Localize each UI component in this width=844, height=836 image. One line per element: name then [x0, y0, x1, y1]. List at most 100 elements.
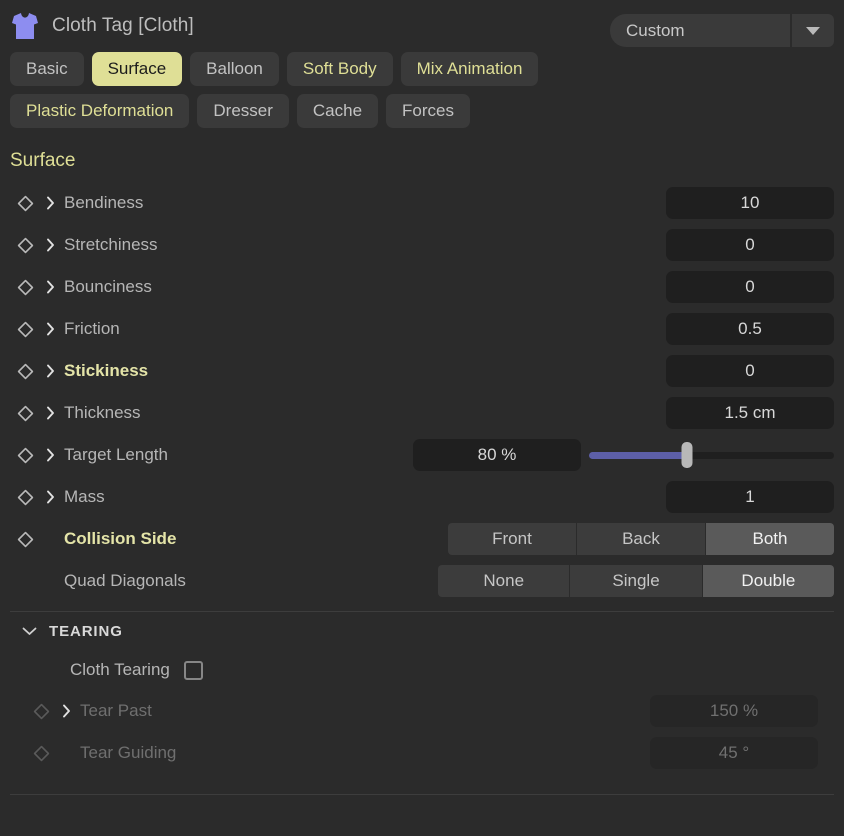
- tab-plastic-deformation[interactable]: Plastic Deformation: [10, 94, 190, 128]
- tab-cache[interactable]: Cache: [296, 94, 379, 128]
- tab-mix-animation[interactable]: Mix Animation: [400, 52, 539, 86]
- keyframe-icon[interactable]: [10, 489, 40, 506]
- preset-value[interactable]: Custom: [610, 14, 790, 47]
- bottom-divider: [10, 794, 834, 795]
- chevron-down-icon: [806, 26, 820, 35]
- keyframe-icon[interactable]: [10, 321, 40, 338]
- keyframe-icon[interactable]: [10, 279, 40, 296]
- expand-chevron-icon[interactable]: [40, 322, 60, 336]
- keyframe-icon[interactable]: [10, 363, 40, 380]
- tab-label: Soft Body: [302, 59, 377, 78]
- page-title: Cloth Tag [Cloth]: [52, 15, 194, 36]
- value-field-bendiness[interactable]: 10: [666, 187, 834, 219]
- value-field-bounciness[interactable]: 0: [666, 271, 834, 303]
- tab-label: Surface: [107, 59, 167, 78]
- property-row-quad-diagonals: Quad Diagonals None Single Double: [10, 560, 835, 602]
- keyframe-icon[interactable]: [10, 447, 40, 464]
- tshirt-icon: [12, 13, 38, 39]
- keyframe-icon[interactable]: [26, 703, 56, 720]
- keyframe-icon[interactable]: [10, 405, 40, 422]
- tearing-group-title: TEARING: [49, 622, 123, 640]
- titlebar: Cloth Tag [Cloth] Custom: [0, 0, 844, 52]
- slider-target-length[interactable]: [588, 439, 834, 471]
- property-label: Bounciness: [64, 277, 152, 296]
- expand-chevron-icon[interactable]: [40, 238, 60, 252]
- section-title-surface: Surface: [10, 150, 76, 171]
- tab-label: Cache: [312, 101, 363, 120]
- segmented-control-quad-diagonals: None Single Double: [438, 565, 835, 597]
- expand-chevron-icon[interactable]: [56, 704, 76, 718]
- keyframe-icon[interactable]: [10, 195, 40, 212]
- expand-chevron-icon[interactable]: [40, 490, 60, 504]
- tab-basic[interactable]: Basic: [10, 52, 84, 86]
- expand-chevron-icon[interactable]: [40, 448, 60, 462]
- preset-dropdown[interactable]: Custom: [610, 14, 834, 47]
- tab-label: Dresser: [213, 101, 273, 120]
- property-label: Stickiness: [64, 361, 149, 380]
- keyframe-icon[interactable]: [26, 745, 56, 762]
- expand-chevron-icon[interactable]: [40, 280, 60, 294]
- property-label: Stretchiness: [64, 235, 158, 254]
- property-label: Bendiness: [64, 193, 144, 212]
- tab-label: Forces: [402, 101, 455, 120]
- cloth-tearing-label: Cloth Tearing: [70, 660, 170, 679]
- expand-chevron-icon[interactable]: [40, 364, 60, 378]
- property-label: Quad Diagonals: [64, 571, 186, 590]
- expand-chevron-icon[interactable]: [40, 406, 60, 420]
- value-field-stretchiness[interactable]: 0: [666, 229, 834, 261]
- segment-option-front[interactable]: Front: [447, 523, 576, 555]
- segment-option-back[interactable]: Back: [576, 523, 705, 555]
- property-row-target-length: Target Length 80 %: [10, 434, 834, 476]
- tab-label: Mix Animation: [416, 59, 523, 78]
- tab-row-primary: Basic Surface Balloon Soft Body Mix Animatio…: [0, 52, 844, 86]
- property-label: Mass: [64, 487, 105, 506]
- segment-option-double[interactable]: Double: [702, 565, 835, 597]
- value-field-stickiness[interactable]: 0: [666, 355, 834, 387]
- property-row-stickiness: Stickiness 0: [10, 350, 834, 392]
- tab-label: Balloon: [206, 59, 263, 78]
- tab-soft-body[interactable]: Soft Body: [286, 52, 393, 86]
- property-row-friction: Friction 0.5: [10, 308, 834, 350]
- keyframe-icon[interactable]: [10, 531, 40, 548]
- expand-chevron-icon[interactable]: [40, 196, 60, 210]
- tab-forces[interactable]: Forces: [386, 94, 471, 128]
- slider-handle[interactable]: [681, 442, 693, 468]
- cloth-tearing-row: Cloth Tearing: [0, 650, 844, 690]
- property-label: Tear Guiding: [80, 743, 177, 762]
- value-field-target-length[interactable]: 80 %: [412, 439, 581, 471]
- property-row-thickness: Thickness 1.5 cm: [10, 392, 834, 434]
- property-row-mass: Mass 1: [10, 476, 834, 518]
- segment-option-none[interactable]: None: [438, 565, 570, 597]
- tab-balloon[interactable]: Balloon: [190, 52, 279, 86]
- tab-surface[interactable]: Surface: [91, 52, 183, 86]
- tearing-group-header[interactable]: TEARING: [0, 612, 844, 650]
- property-label: Friction: [64, 319, 120, 338]
- property-label: Collision Side: [64, 529, 177, 548]
- cloth-tearing-checkbox[interactable]: [183, 660, 203, 680]
- value-field-mass[interactable]: 1: [666, 481, 834, 513]
- property-row-bounciness: Bounciness 0: [10, 266, 834, 308]
- property-label: Tear Past: [80, 701, 152, 720]
- value-field-thickness[interactable]: 1.5 cm: [666, 397, 834, 429]
- value-field-tear-guiding[interactable]: 45 °: [650, 737, 818, 769]
- cloth-tag-panel: Cloth Tag [Cloth] Custom Basic Surface Bal…: [0, 0, 844, 836]
- segment-option-both[interactable]: Both: [706, 523, 834, 555]
- tab-label: Basic: [26, 59, 68, 78]
- property-row-tear-guiding: Tear Guiding 45 °: [10, 732, 834, 774]
- tab-dresser[interactable]: Dresser: [197, 94, 289, 128]
- preset-dropdown-button[interactable]: [792, 14, 834, 47]
- value-field-tear-past[interactable]: 150 %: [650, 695, 818, 727]
- surface-property-list: Bendiness 10 Stretchiness 0 Bounciness 0 Fr…: [0, 182, 844, 602]
- property-label: Thickness: [64, 403, 141, 422]
- property-row-tear-past: Tear Past 150 %: [10, 690, 834, 732]
- segment-option-single[interactable]: Single: [570, 565, 702, 597]
- keyframe-icon[interactable]: [10, 237, 40, 254]
- tab-label: Plastic Deformation: [26, 101, 174, 120]
- property-row-stretchiness: Stretchiness 0: [10, 224, 834, 266]
- property-row-collision-side: Collision Side Front Back Both: [10, 518, 834, 560]
- tearing-property-list: Tear Past 150 % Tear Guiding 45 °: [0, 690, 844, 774]
- value-field-friction[interactable]: 0.5: [666, 313, 834, 345]
- segmented-control-collision-side: Front Back Both: [447, 523, 834, 555]
- tab-row-secondary: Plastic Deformation Dresser Cache Forces: [0, 94, 844, 128]
- property-row-bendiness: Bendiness 10: [10, 182, 834, 224]
